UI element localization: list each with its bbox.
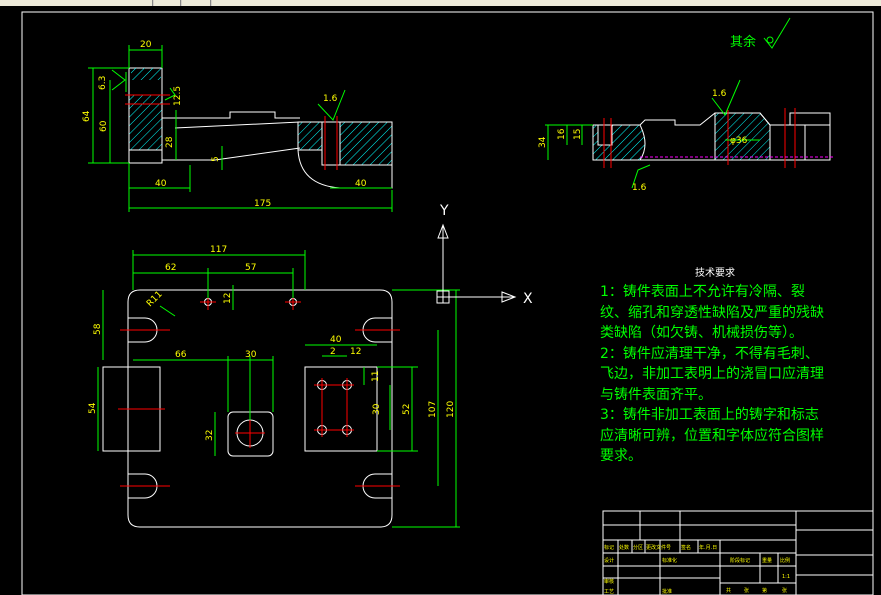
dim-40a: 40 bbox=[155, 179, 167, 189]
note-line: 要求。 bbox=[600, 448, 642, 464]
dim-2: 2 bbox=[330, 347, 336, 357]
dim-57: 57 bbox=[245, 263, 256, 273]
tb-weight: 重量 bbox=[762, 557, 772, 564]
dim-12-5: 12.5 bbox=[173, 86, 183, 106]
dim-66: 66 bbox=[175, 350, 187, 360]
dim-62: 62 bbox=[165, 263, 176, 273]
tb-count: 处数 bbox=[619, 544, 629, 551]
tb-approve: 批准 bbox=[662, 588, 672, 595]
note-line: 3：铸件非加工表面上的铸字和标志 bbox=[600, 407, 819, 423]
tb-standard: 标准化 bbox=[662, 557, 677, 564]
side-section-view bbox=[592, 112, 831, 161]
dim-64: 64 bbox=[82, 110, 92, 122]
tb-change-doc: 更改文件号 bbox=[646, 544, 671, 551]
dim-107: 107 bbox=[428, 401, 438, 418]
dim-40b: 40 bbox=[355, 179, 367, 189]
note-line: 1：铸件表面上不允许有冷隔、裂 bbox=[600, 284, 805, 300]
tb-sign: 签名 bbox=[681, 544, 691, 551]
roughness-label: 其余 bbox=[730, 34, 756, 50]
dim-30b: 30 bbox=[372, 403, 382, 415]
ucs-axis-icon bbox=[436, 223, 517, 304]
title-block bbox=[602, 510, 874, 595]
note-line: 2：铸件应清理干净，不得有毛刺、 bbox=[600, 345, 819, 362]
dim-5: 5 bbox=[211, 156, 221, 162]
x-axis-label: X bbox=[523, 291, 533, 307]
rough-1-6-side-top: 1.6 bbox=[712, 89, 727, 99]
tb-scale: 比例 bbox=[780, 557, 790, 564]
dim-16: 16 bbox=[557, 128, 567, 140]
note-line: 应清晰可辨，位置和字体应符合图样 bbox=[600, 427, 824, 444]
dim-11: 11 bbox=[371, 371, 381, 382]
roughness-symbol bbox=[763, 17, 791, 49]
dim-34: 34 bbox=[538, 136, 548, 148]
note-line: 纹、缩孔和穿透性缺陷及严重的残缺 bbox=[600, 304, 824, 321]
notes-block: 1：铸件表面上不允许有冷隔、裂 纹、缩孔和穿透性缺陷及严重的残缺 类缺陷（如欠铸… bbox=[600, 282, 824, 467]
tb-mark: 标记 bbox=[604, 544, 614, 551]
tb-craft: 工艺 bbox=[604, 589, 614, 595]
dim-r11: R11 bbox=[145, 290, 165, 310]
dim-52: 52 bbox=[402, 404, 412, 415]
note-line: 类缺陷（如欠铸、机械损伤等）。 bbox=[600, 325, 803, 341]
tb-review: 审核 bbox=[604, 578, 614, 585]
dim-20: 20 bbox=[140, 40, 152, 50]
tb-date: 年.月.日 bbox=[699, 544, 717, 551]
dim-54: 54 bbox=[88, 402, 98, 414]
dim-6-3: 6.3 bbox=[98, 76, 108, 90]
tb-sheet-no: 第 bbox=[762, 587, 767, 594]
tb-sheets-total: 共 bbox=[726, 587, 731, 594]
tb-design: 设计 bbox=[604, 557, 614, 564]
dim-12: 12 bbox=[223, 293, 233, 304]
rough-1-6-side-bottom: 1.6 bbox=[632, 183, 647, 193]
top-dimensions bbox=[97, 250, 460, 528]
dim-30: 30 bbox=[245, 350, 257, 360]
dim-15: 15 bbox=[573, 129, 583, 140]
y-axis-label: Y bbox=[439, 203, 449, 219]
tb-stage: 阶段标记 bbox=[730, 557, 750, 564]
dim-120: 120 bbox=[446, 401, 456, 418]
notes-title: 技术要求 bbox=[695, 268, 735, 279]
dim-60: 60 bbox=[99, 120, 109, 132]
dim-32: 32 bbox=[205, 430, 215, 441]
tb-scale-value: 1:1 bbox=[782, 574, 790, 580]
dim-phi36: φ36 bbox=[730, 136, 748, 146]
dim-117: 117 bbox=[210, 245, 227, 255]
dim-58: 58 bbox=[93, 323, 103, 335]
dim-28: 28 bbox=[165, 136, 175, 148]
tb-sheets-label: 张 bbox=[744, 587, 749, 594]
tb-zone: 分区 bbox=[633, 544, 643, 551]
note-line: 飞边，非加工表明上的浇冒口应清理 bbox=[600, 366, 824, 382]
dim-12b: 12 bbox=[350, 347, 361, 357]
note-line: 与铸件表面齐平。 bbox=[600, 386, 712, 403]
tb-sheet-label: 张 bbox=[782, 587, 787, 594]
top-dim-text: 117 62 57 12 R11 58 54 66 30 32 40 2 12 … bbox=[88, 245, 456, 441]
rough-1-6-front: 1.6 bbox=[323, 94, 338, 104]
front-section-view bbox=[128, 67, 393, 189]
dim-40c: 40 bbox=[330, 335, 342, 345]
dim-175: 175 bbox=[254, 199, 271, 209]
